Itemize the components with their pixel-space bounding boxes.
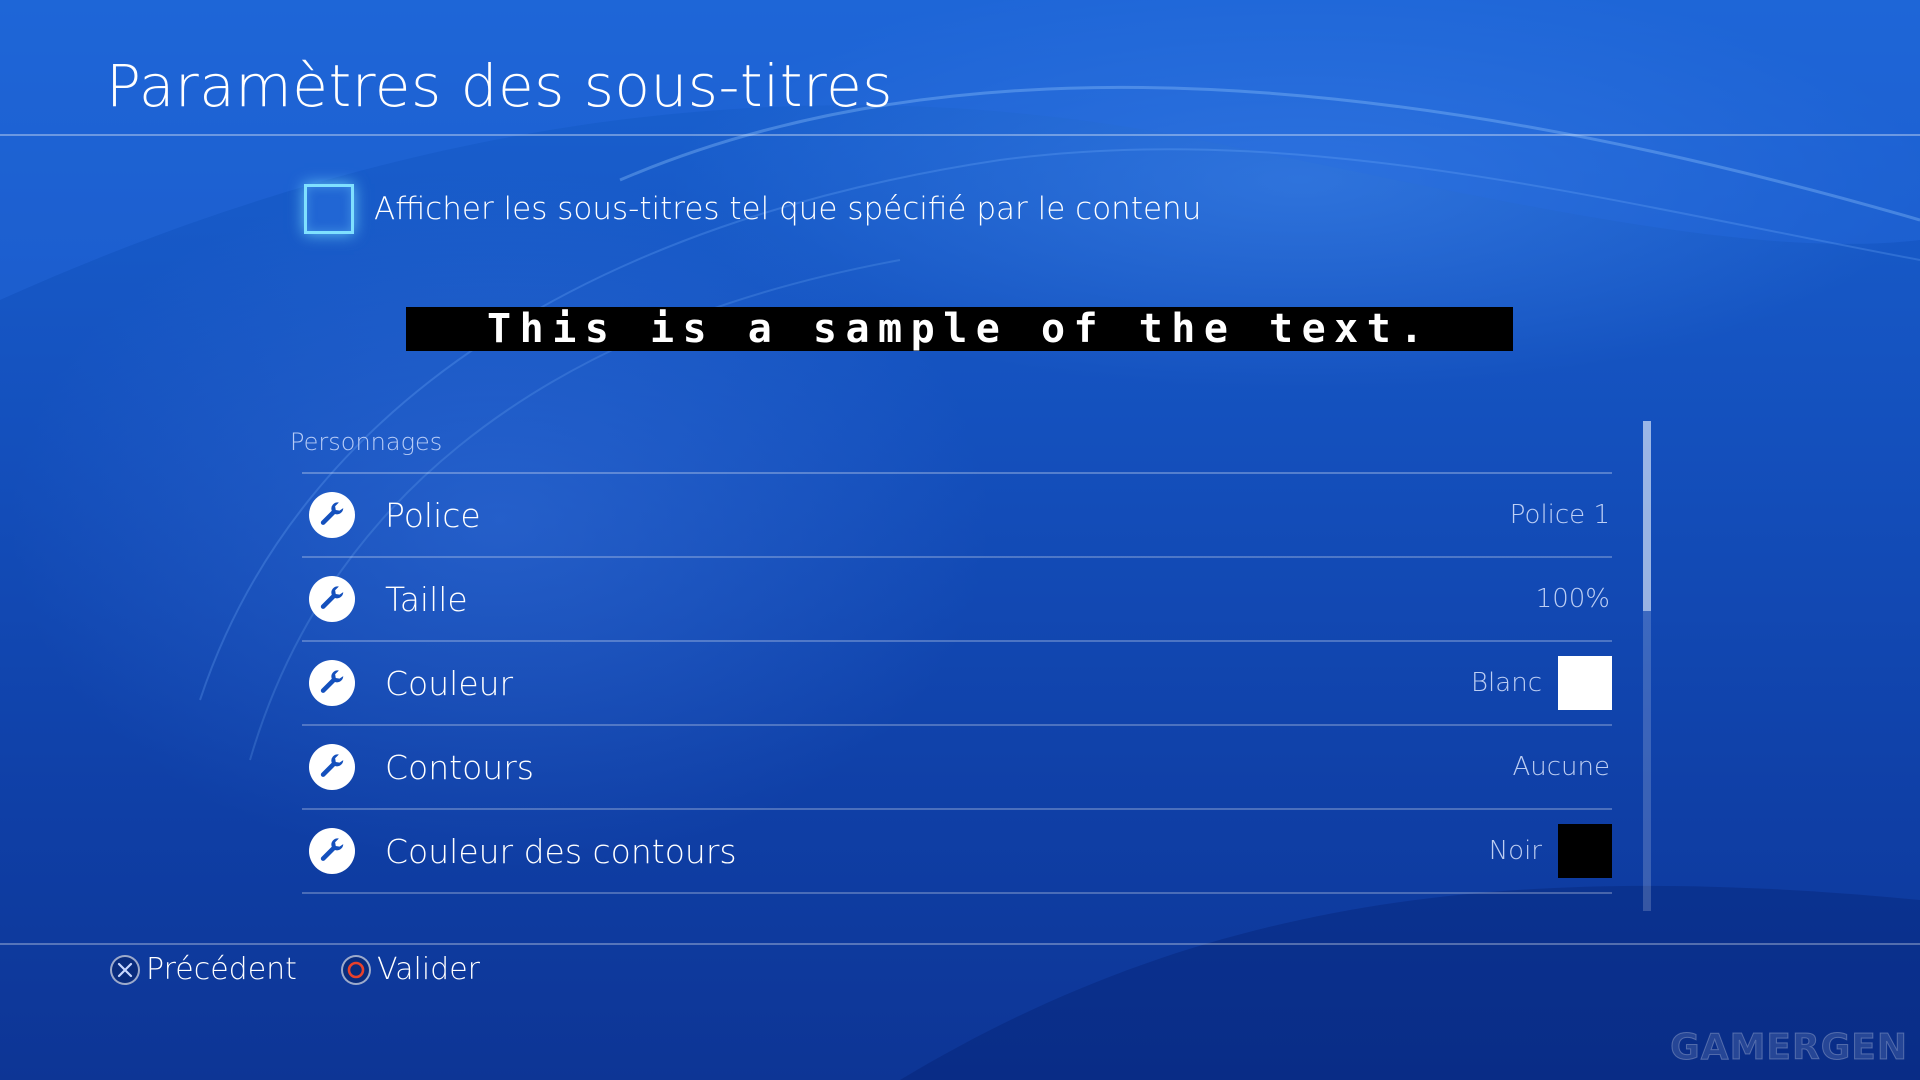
- setting-value: Aucune: [1512, 752, 1610, 782]
- setting-label: Couleur des contours: [385, 831, 737, 871]
- setting-row-size[interactable]: Taille 100%: [302, 558, 1612, 642]
- content-subtitles-option[interactable]: Afficher les sous-titres tel que spécifi…: [304, 184, 1201, 234]
- section-label: Personnages: [290, 428, 443, 456]
- setting-row-font[interactable]: Police Police 1: [302, 474, 1612, 558]
- color-swatch-white: [1558, 656, 1612, 710]
- page-title: Paramètres des sous-titres: [106, 52, 893, 120]
- color-swatch-black: [1558, 824, 1612, 878]
- setting-value: Police 1: [1509, 500, 1610, 530]
- wrench-icon: [309, 492, 355, 538]
- setting-label: Couleur: [385, 663, 514, 703]
- content-subtitles-checkbox[interactable]: [304, 184, 354, 234]
- setting-value: 100%: [1535, 584, 1610, 614]
- back-label: Précédent: [146, 952, 297, 987]
- footer-controls: Précédent Valider: [110, 952, 524, 987]
- watermark-logo: GAMERGEN: [1670, 1027, 1908, 1069]
- confirm-button[interactable]: Valider: [340, 952, 481, 987]
- settings-list: Police Police 1 Taille 100% Couleur Blan…: [302, 472, 1612, 894]
- back-button[interactable]: Précédent: [110, 952, 297, 987]
- setting-value: Blanc: [1471, 668, 1542, 698]
- wrench-icon: [309, 576, 355, 622]
- setting-value: Noir: [1488, 836, 1542, 866]
- wrench-icon: [309, 744, 355, 790]
- setting-label: Contours: [385, 747, 534, 787]
- footer-divider: [0, 943, 1920, 945]
- setting-row-outline-color[interactable]: Couleur des contours Noir: [302, 810, 1612, 894]
- circle-button-icon: [340, 954, 371, 985]
- setting-label: Taille: [385, 579, 468, 619]
- header-divider: [0, 134, 1920, 136]
- scrollbar[interactable]: [1643, 421, 1651, 911]
- setting-label: Police: [385, 495, 481, 535]
- cross-button-icon: [110, 954, 140, 985]
- wrench-icon: [309, 660, 355, 706]
- confirm-label: Valider: [376, 952, 481, 987]
- scrollbar-thumb[interactable]: [1643, 421, 1651, 611]
- subtitle-preview: This is a sample of the text.: [406, 307, 1513, 351]
- content-subtitles-label: Afficher les sous-titres tel que spécifi…: [374, 191, 1202, 227]
- setting-row-color[interactable]: Couleur Blanc: [302, 642, 1612, 726]
- wrench-icon: [309, 828, 355, 874]
- setting-row-outline[interactable]: Contours Aucune: [302, 726, 1612, 810]
